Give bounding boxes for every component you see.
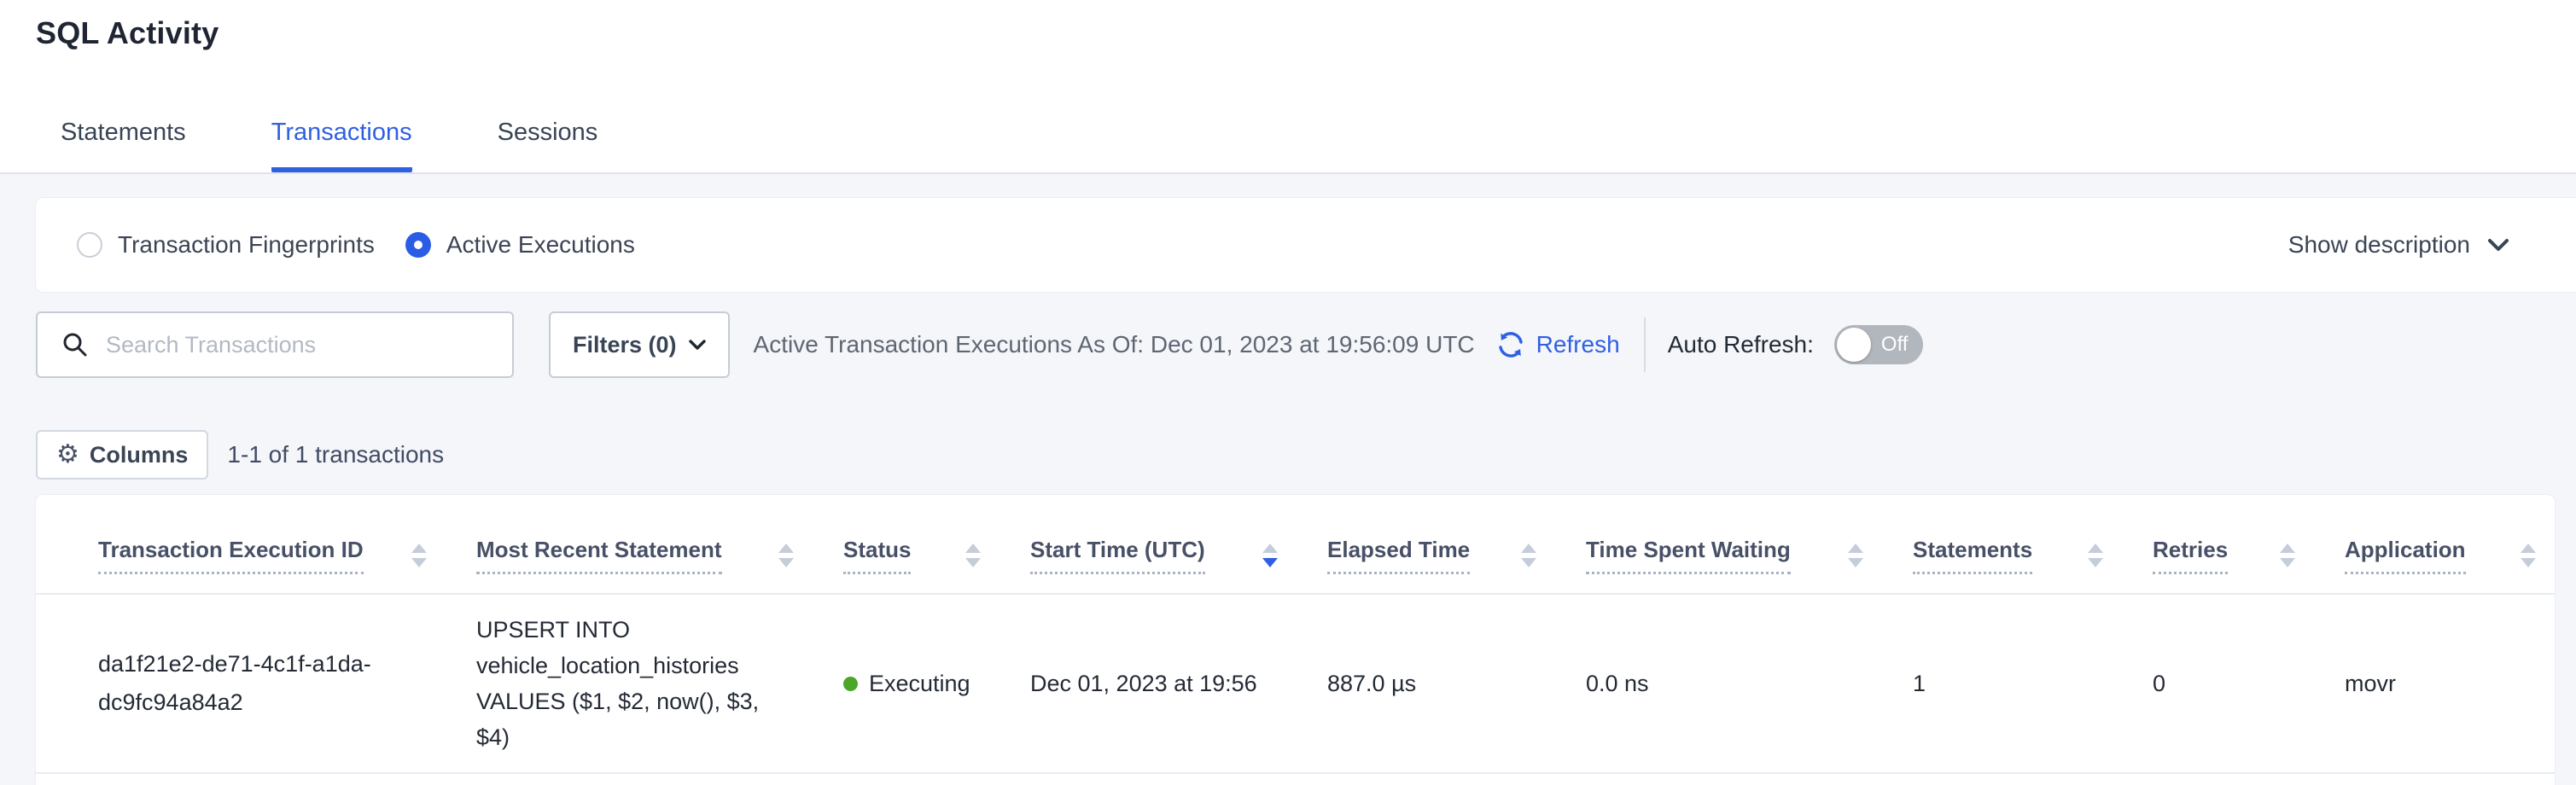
status-label: Executing bbox=[869, 671, 970, 697]
radio-unselected-icon[interactable] bbox=[77, 232, 102, 258]
page-title: SQL Activity bbox=[36, 15, 219, 51]
auto-refresh-label: Auto Refresh: bbox=[1668, 331, 1814, 358]
column-header-start-time[interactable]: Start Time (UTC) bbox=[1030, 538, 1327, 593]
cell-status: Executing bbox=[843, 671, 1030, 697]
refresh-button[interactable]: Refresh bbox=[1495, 329, 1620, 360]
column-header-elapsed-time[interactable]: Elapsed Time bbox=[1327, 538, 1586, 593]
sort-icon-descending[interactable] bbox=[1262, 544, 1278, 574]
radio-label: Active Executions bbox=[446, 231, 635, 259]
sort-icon[interactable] bbox=[411, 544, 427, 574]
sort-icon[interactable] bbox=[1521, 544, 1536, 574]
radio-active-executions[interactable]: Active Executions bbox=[405, 231, 635, 259]
cell-application: movr bbox=[2345, 671, 2555, 697]
executing-status-dot-icon bbox=[843, 677, 858, 691]
column-header-transaction-execution-id[interactable]: Transaction Execution ID bbox=[98, 538, 476, 593]
filters-button[interactable]: Filters (0) bbox=[549, 311, 730, 378]
table-toolbar: ⚙ Columns 1-1 of 1 transactions bbox=[36, 430, 444, 480]
cell-statements: 1 bbox=[1913, 671, 2153, 697]
results-count: 1-1 of 1 transactions bbox=[227, 441, 444, 468]
sql-activity-page: SQL Activity Statements Transactions Ses… bbox=[0, 0, 2576, 785]
sort-icon[interactable] bbox=[2521, 544, 2536, 574]
tab-statements[interactable]: Statements bbox=[61, 119, 186, 172]
cell-most-recent-statement: UPSERT INTO vehicle_location_histories V… bbox=[476, 612, 818, 755]
columns-button[interactable]: ⚙ Columns bbox=[36, 430, 208, 480]
columns-label: Columns bbox=[90, 442, 189, 468]
cell-time-spent-waiting: 0.0 ns bbox=[1586, 671, 1913, 697]
column-header-status[interactable]: Status bbox=[843, 538, 1030, 593]
table-header-row: Transaction Execution ID Most Recent Sta… bbox=[36, 495, 2555, 595]
radio-selected-icon[interactable] bbox=[405, 232, 431, 258]
gear-icon: ⚙ bbox=[56, 442, 79, 468]
chevron-down-icon bbox=[689, 340, 706, 351]
chevron-down-icon bbox=[2487, 238, 2509, 252]
sort-icon[interactable] bbox=[778, 544, 794, 574]
sort-icon[interactable] bbox=[965, 544, 981, 574]
show-description-label: Show description bbox=[2288, 231, 2470, 259]
refresh-icon bbox=[1495, 329, 1526, 360]
as-of-timestamp: Active Transaction Executions As Of: Dec… bbox=[754, 331, 1475, 358]
search-box[interactable] bbox=[36, 311, 514, 378]
cell-elapsed-time: 887.0 µs bbox=[1327, 671, 1586, 697]
vertical-divider bbox=[1644, 317, 1646, 372]
column-header-statements[interactable]: Statements bbox=[1913, 538, 2153, 593]
column-header-application[interactable]: Application bbox=[2345, 538, 2555, 593]
filters-label: Filters (0) bbox=[573, 332, 677, 358]
tab-transactions[interactable]: Transactions bbox=[271, 119, 412, 172]
toggle-knob[interactable] bbox=[1837, 328, 1871, 362]
page-header: SQL Activity Statements Transactions Ses… bbox=[0, 0, 2576, 174]
search-icon bbox=[61, 331, 89, 358]
tab-bar: Statements Transactions Sessions bbox=[61, 119, 597, 172]
controls-row: Filters (0) Active Transaction Execution… bbox=[36, 311, 2545, 378]
transactions-table: Transaction Execution ID Most Recent Sta… bbox=[36, 495, 2555, 785]
sort-icon[interactable] bbox=[2088, 544, 2103, 574]
cell-retries: 0 bbox=[2153, 671, 2345, 697]
table-row[interactable]: da1f21e2-de71-4c1f-a1da-dc9fc94a84a2 UPS… bbox=[36, 595, 2555, 774]
show-description-toggle[interactable]: Show description bbox=[2288, 231, 2509, 259]
column-header-most-recent-statement[interactable]: Most Recent Statement bbox=[476, 538, 843, 593]
cell-transaction-execution-id[interactable]: da1f21e2-de71-4c1f-a1da-dc9fc94a84a2 bbox=[98, 645, 410, 722]
radio-transaction-fingerprints[interactable]: Transaction Fingerprints bbox=[77, 231, 375, 259]
search-input[interactable] bbox=[106, 332, 495, 358]
auto-refresh-toggle[interactable]: Off bbox=[1834, 325, 1923, 364]
sort-icon[interactable] bbox=[2280, 544, 2295, 574]
refresh-label: Refresh bbox=[1536, 331, 1620, 358]
tab-sessions[interactable]: Sessions bbox=[498, 119, 598, 172]
column-header-retries[interactable]: Retries bbox=[2153, 538, 2345, 593]
column-header-time-spent-waiting[interactable]: Time Spent Waiting bbox=[1586, 538, 1913, 593]
cell-start-time: Dec 01, 2023 at 19:56 bbox=[1030, 671, 1327, 697]
sort-icon[interactable] bbox=[1848, 544, 1863, 574]
toggle-state-label: Off bbox=[1881, 333, 1909, 357]
view-selector-card: Transaction Fingerprints Active Executio… bbox=[36, 198, 2576, 292]
radio-label: Transaction Fingerprints bbox=[118, 231, 375, 259]
